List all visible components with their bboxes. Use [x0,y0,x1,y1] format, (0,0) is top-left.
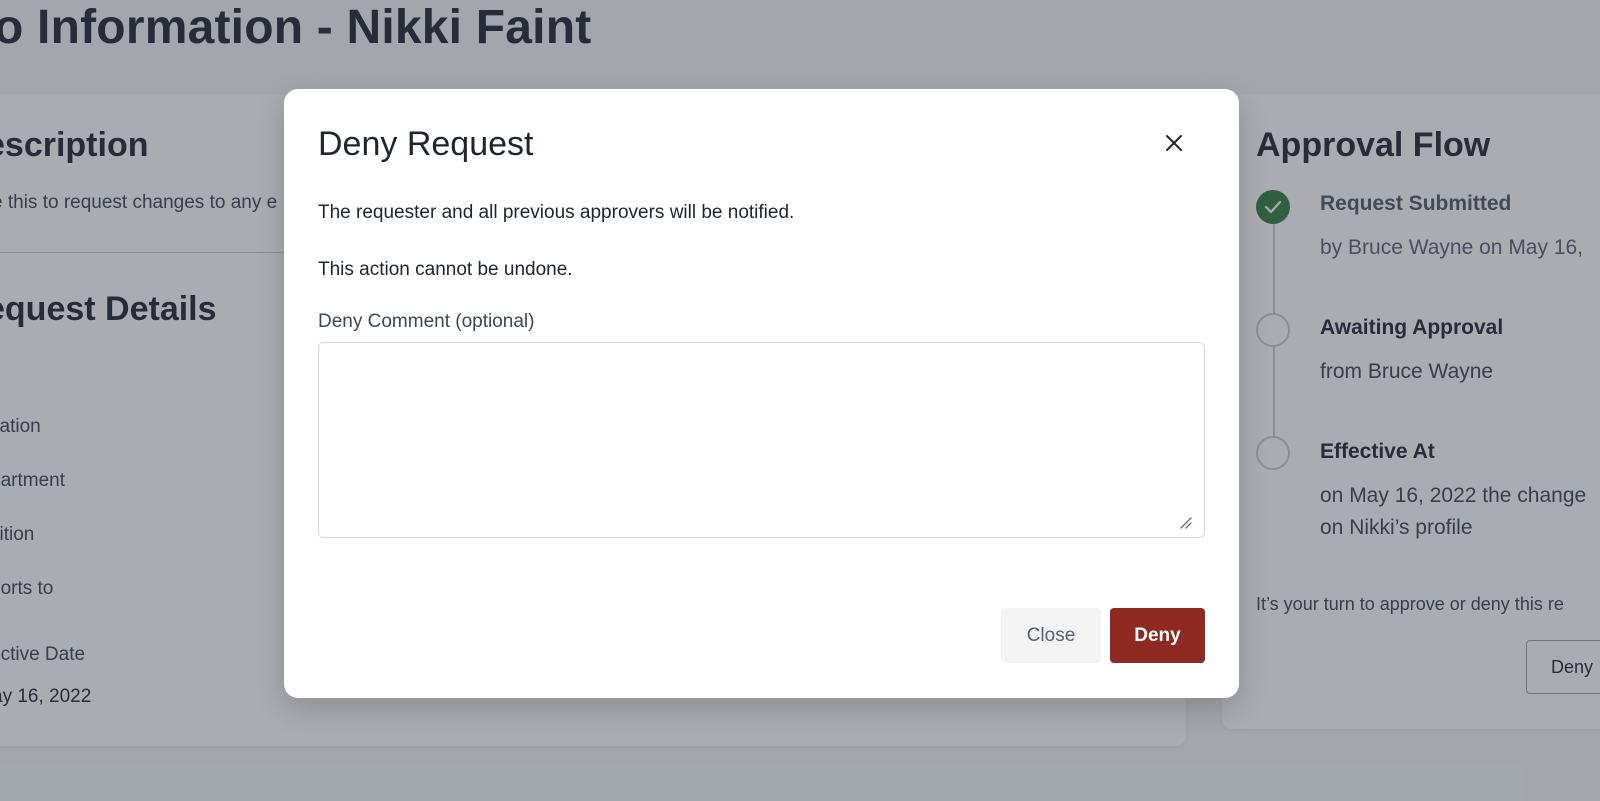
modal-warning-line: This action cannot be undone. [318,259,573,280]
resize-grip-icon[interactable] [1177,514,1193,530]
deny-comment-textarea[interactable] [318,342,1205,538]
deny-request-modal: Deny Request The requester and all previ… [284,89,1239,698]
close-icon [1166,135,1182,151]
modal-title: Deny Request [318,125,534,163]
deny-comment-label: Deny Comment (optional) [318,311,535,332]
modal-notice-line: The requester and all previous approvers… [318,202,795,223]
close-modal-button[interactable] [1160,129,1188,157]
close-button[interactable]: Close [1001,608,1101,663]
deny-button[interactable]: Deny [1110,608,1205,663]
